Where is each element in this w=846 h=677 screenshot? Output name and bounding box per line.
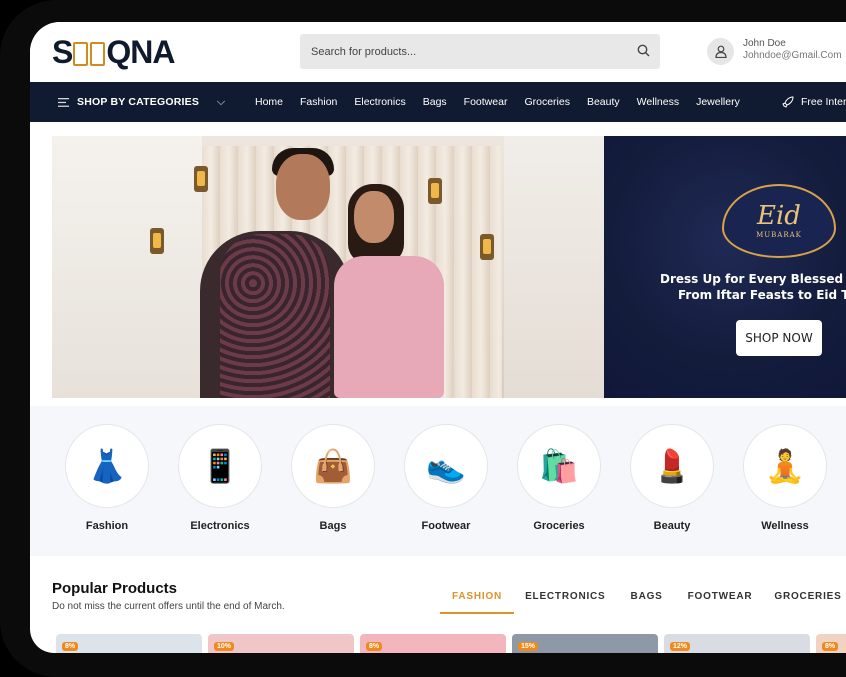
woman-head <box>354 191 394 243</box>
free-delivery-link[interactable]: Free Inter <box>782 82 846 122</box>
category-footwear[interactable]: 👟 Footwear <box>404 424 488 532</box>
shop-by-categories-button[interactable]: SHOP BY CATEGORIES ⌵ <box>58 82 225 122</box>
woman-dress <box>334 256 444 398</box>
discount-badge: 15% <box>518 642 539 651</box>
nav-link-home[interactable]: Home <box>255 96 283 108</box>
eid-subword: MUBARAK <box>756 231 802 239</box>
logo-bag-icon <box>73 42 89 66</box>
free-delivery-label: Free Inter <box>801 96 846 108</box>
man-jacket <box>220 234 330 398</box>
promo-panel: Eid MUBARAK Dress Up for Every Blessed M… <box>604 136 846 398</box>
product-card[interactable]: 8% <box>56 634 202 653</box>
main-nav: SHOP BY CATEGORIES ⌵ Home Fashion Electr… <box>30 82 846 122</box>
footwear-icon: 👟 <box>404 424 488 508</box>
section-title: Popular Products <box>52 580 178 597</box>
lantern-icon <box>428 178 442 204</box>
discount-badge: 10% <box>214 642 235 651</box>
device-frame: S QNA John Doe Johndoe@Gmail.Com SHOP BY … <box>0 0 846 677</box>
logo-suffix: QNA <box>106 34 175 70</box>
search-icon[interactable] <box>637 44 650 62</box>
lantern-icon <box>480 234 494 260</box>
discount-badge: 8% <box>366 642 383 651</box>
chevron-down-icon: ⌵ <box>217 95 226 108</box>
arch-left <box>52 136 202 398</box>
category-label: Electronics <box>190 520 250 532</box>
fashion-icon: 👗 <box>65 424 149 508</box>
nav-link-beauty[interactable]: Beauty <box>587 96 620 108</box>
category-wellness[interactable]: 🧘 Wellness <box>743 424 827 532</box>
product-row: 8% 10% 8% 15% 12% 8% <box>56 634 846 653</box>
arch-right <box>504 136 604 398</box>
site-logo[interactable]: S QNA <box>52 34 175 71</box>
bags-icon: 👜 <box>291 424 375 508</box>
user-icon <box>707 38 734 65</box>
tab-groceries[interactable]: GROCERIES <box>763 590 846 614</box>
nav-link-fashion[interactable]: Fashion <box>300 96 337 108</box>
category-label: Fashion <box>85 520 129 532</box>
category-label: Footwear <box>421 520 471 532</box>
promo-subline: From Iftar Feasts to Eid Tr <box>678 288 846 302</box>
promo-headline: Dress Up for Every Blessed M <box>660 272 846 286</box>
logo-bag-icon <box>90 42 106 66</box>
hero-banner[interactable]: Eid MUBARAK Dress Up for Every Blessed M… <box>52 136 846 398</box>
site-header: S QNA John Doe Johndoe@Gmail.Com <box>30 22 846 82</box>
tab-bags[interactable]: BAGS <box>617 590 677 614</box>
lantern-icon <box>194 166 208 192</box>
nav-link-footwear[interactable]: Footwear <box>464 96 508 108</box>
discount-badge: 12% <box>670 642 691 651</box>
logo-prefix: S <box>52 34 73 70</box>
category-label: Bags <box>319 520 347 532</box>
nav-link-electronics[interactable]: Electronics <box>354 96 405 108</box>
rocket-icon <box>782 96 794 108</box>
user-name: John Doe <box>743 38 786 49</box>
discount-badge: 8% <box>62 642 79 651</box>
nav-links: Home Fashion Electronics Bags Footwear G… <box>255 82 740 122</box>
menu-icon <box>58 97 69 107</box>
category-label: Beauty <box>653 520 691 532</box>
nav-link-wellness[interactable]: Wellness <box>637 96 679 108</box>
product-card[interactable]: 12% <box>664 634 810 653</box>
beauty-icon: 💄 <box>630 424 714 508</box>
category-label: Groceries <box>533 520 585 532</box>
section-subtitle: Do not miss the current offers until the… <box>52 601 285 612</box>
eid-word: Eid <box>757 201 801 231</box>
category-label: Wellness <box>761 520 809 532</box>
nav-link-groceries[interactable]: Groceries <box>524 96 570 108</box>
product-card[interactable]: 15% <box>512 634 658 653</box>
search-input[interactable] <box>300 34 611 69</box>
shop-by-categories-label: SHOP BY CATEGORIES <box>77 96 200 108</box>
category-electronics[interactable]: 📱 Electronics <box>178 424 262 532</box>
product-tabs: FASHION ELECTRONICS BAGS FOOTWEAR GROCER… <box>440 590 846 614</box>
screen: S QNA John Doe Johndoe@Gmail.Com SHOP BY … <box>30 22 846 653</box>
groceries-icon: 🛍️ <box>517 424 601 508</box>
user-email: Johndoe@Gmail.Com <box>743 50 842 61</box>
tab-fashion[interactable]: FASHION <box>440 590 515 614</box>
product-card[interactable]: 8% <box>816 634 846 653</box>
category-bags[interactable]: 👜 Bags <box>291 424 375 532</box>
lantern-icon <box>150 228 164 254</box>
product-card[interactable]: 8% <box>360 634 506 653</box>
nav-link-bags[interactable]: Bags <box>423 96 447 108</box>
nav-link-jewellery[interactable]: Jewellery <box>696 96 740 108</box>
shop-now-button[interactable]: SHOP NOW <box>736 320 822 356</box>
hero-photo <box>52 136 604 398</box>
discount-badge: 8% <box>822 642 839 651</box>
category-fashion[interactable]: 👗 Fashion <box>65 424 149 532</box>
wellness-icon: 🧘 <box>743 424 827 508</box>
tab-electronics[interactable]: ELECTRONICS <box>514 590 616 614</box>
category-groceries[interactable]: 🛍️ Groceries <box>517 424 601 532</box>
category-beauty[interactable]: 💄 Beauty <box>630 424 714 532</box>
man-head <box>276 154 330 220</box>
search-bar <box>300 34 660 69</box>
product-card[interactable]: 10% <box>208 634 354 653</box>
electronics-icon: 📱 <box>178 424 262 508</box>
tab-footwear[interactable]: FOOTWEAR <box>677 590 764 614</box>
eid-mubarak-badge: Eid MUBARAK <box>722 184 836 258</box>
